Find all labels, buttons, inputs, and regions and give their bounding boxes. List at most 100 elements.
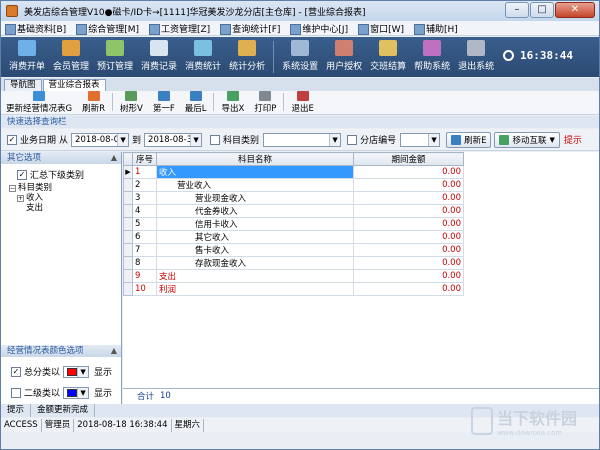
table-row[interactable]: 4 代金券收入 0.00 xyxy=(123,204,464,218)
toolbar-button-1[interactable]: 会员管理 xyxy=(53,40,89,73)
total-class-checkbox[interactable]: ✓ xyxy=(11,366,21,377)
toolbar-button-label: 消费开单 xyxy=(9,62,46,72)
tree-node-label: 科目类别 xyxy=(18,183,53,193)
toolbar-separator xyxy=(273,41,275,73)
report-tool-label: 导出X xyxy=(221,104,245,114)
col-header-amount[interactable]: 期间金额 xyxy=(353,152,464,166)
cell-amount: 0.00 xyxy=(353,282,464,296)
tree-node-label: 支出 xyxy=(26,203,44,213)
report-tool-3[interactable]: 第一F xyxy=(153,91,175,114)
toolbar-button-label: 消费统计 xyxy=(185,62,222,72)
table-row[interactable]: 9 支出 0.00 xyxy=(123,269,464,283)
toolbar-button-10[interactable]: 退出系统 xyxy=(458,40,494,73)
clock-icon xyxy=(503,50,515,61)
report-tool-2[interactable]: 树形V xyxy=(120,91,143,114)
menu-maintenance[interactable]: 维护中心[J] xyxy=(286,22,354,35)
maximize-button[interactable]: □ xyxy=(530,2,554,18)
table-row[interactable]: 10 利润 0.00 xyxy=(123,282,464,296)
total-class-row: ✓ 总分类以 ▼ 显示 xyxy=(1,357,121,378)
subject-category-checkbox[interactable] xyxy=(210,134,221,145)
toolbar-button-4[interactable]: 消费统计 xyxy=(185,40,221,73)
total-class-label: 总分类以 xyxy=(24,368,61,378)
mobile-connect-label: 移动互联 xyxy=(512,135,547,146)
branch-no-checkbox[interactable] xyxy=(347,134,358,145)
menu-help[interactable]: 辅助[H] xyxy=(410,22,464,35)
members-icon xyxy=(62,40,81,56)
table-row[interactable]: 7 售卡收入 0.00 xyxy=(123,243,464,257)
toolbar-button-0[interactable]: 消费开单 xyxy=(9,40,45,73)
table-row[interactable]: 8 存款现金收入 0.00 xyxy=(123,256,464,270)
bill-icon xyxy=(18,40,36,56)
subject-category-label: 科目类别 xyxy=(223,136,260,146)
subject-category-select[interactable]: ▼ xyxy=(263,132,342,147)
report-tool-label: 最后L xyxy=(184,104,207,114)
branch-no-label: 分店编号 xyxy=(360,136,397,146)
tab-business-report[interactable]: 营业综合报表 xyxy=(42,79,106,91)
branch-no-select[interactable]: ▼ xyxy=(400,132,441,147)
toolbar-button-3[interactable]: 消费记录 xyxy=(141,40,177,73)
toolbar-button-2[interactable]: 预订管理 xyxy=(97,40,133,73)
tree-node[interactable]: − 科目类别 xyxy=(9,183,121,193)
menu-general-management[interactable]: 综合管理[M] xyxy=(72,22,145,35)
summarize-option[interactable]: ✓ 汇总下级类别 xyxy=(1,164,121,183)
total-color-picker[interactable]: ▼ xyxy=(63,365,90,378)
toolbar-button-6[interactable]: 系统设置 xyxy=(282,40,318,73)
report-tool-5[interactable]: 导出X xyxy=(221,91,244,114)
quick-select-bar[interactable]: 快速选择查询栏 xyxy=(1,116,599,128)
cell-no: 7 xyxy=(132,243,157,257)
level2-class-checkbox[interactable] xyxy=(11,387,21,398)
toolbar-button-label: 退出系统 xyxy=(458,62,495,72)
close-button[interactable]: ✕ xyxy=(555,2,595,18)
cell-name: 收入 xyxy=(156,165,354,179)
refresh-button[interactable]: 刷新E xyxy=(446,131,492,148)
toolbar-button-9[interactable]: 帮助系统 xyxy=(414,40,450,73)
toolbar-button-7[interactable]: 用户授权 xyxy=(326,40,362,73)
col-header-no[interactable]: 序号 xyxy=(132,152,157,166)
mobile-connect-button[interactable]: 移动互联 ▼ xyxy=(494,131,560,148)
report-tool-1[interactable]: 刷新R xyxy=(82,91,105,114)
toolbar-button-label: 会员管理 xyxy=(53,62,90,72)
other-options-header[interactable]: 其它选项 ▲ xyxy=(1,152,121,164)
window-controls: – □ ✕ xyxy=(505,2,595,18)
business-date-label: 业务日期 xyxy=(20,136,57,146)
collapse-icon[interactable]: ▲ xyxy=(111,152,117,164)
menu-query-statistics[interactable]: 查询统计[F] xyxy=(216,22,286,35)
collapse-icon[interactable]: ▲ xyxy=(111,345,117,357)
toolbar-button-label: 预订管理 xyxy=(97,62,134,72)
tree-toggle-icon[interactable]: + xyxy=(17,194,24,202)
cell-amount: 0.00 xyxy=(353,165,464,179)
date-to-picker[interactable]: 2018-08-31 ▼ xyxy=(144,132,203,147)
tree-toggle-icon[interactable]: − xyxy=(9,184,16,192)
records-icon xyxy=(150,40,169,56)
table-row[interactable]: ▶ 1 收入 0.00 xyxy=(123,165,464,179)
left-panel: 其它选项 ▲ ✓ 汇总下级类别 − 科目类别 + 收入 支出 经营情况表颜色选项 ▲ ✓… xyxy=(1,152,122,404)
toolbar-button-label: 统计分析 xyxy=(229,62,266,72)
row-indicator xyxy=(123,204,133,218)
table-row[interactable]: 5 信用卡收入 0.00 xyxy=(123,217,464,231)
minimize-button[interactable]: – xyxy=(505,2,529,18)
table-row[interactable]: 6 其它收入 0.00 xyxy=(123,230,464,244)
level2-color-picker[interactable]: ▼ xyxy=(63,386,90,399)
report-tool-6[interactable]: 打印P xyxy=(254,91,276,114)
toolbar-button-8[interactable]: 交班结算 xyxy=(370,40,406,73)
total-color-swatch xyxy=(67,367,78,376)
col-header-name[interactable]: 科目名称 xyxy=(156,152,354,166)
menu-payroll[interactable]: 工资管理[Z] xyxy=(145,22,216,35)
toolbar-button-5[interactable]: 统计分析 xyxy=(229,40,265,73)
table-row[interactable]: 3 营业现金收入 0.00 xyxy=(123,191,464,205)
table-row[interactable]: 2 营业收入 0.00 xyxy=(123,178,464,192)
tab-navigation[interactable]: 导航图 xyxy=(4,79,42,91)
report-tool-4[interactable]: 最后L xyxy=(184,91,207,114)
date-from-picker[interactable]: 2018-08-01 ▼ xyxy=(71,132,130,147)
business-date-checkbox[interactable]: ✓ xyxy=(7,134,17,145)
chevron-down-icon: ▼ xyxy=(549,135,555,144)
menu-basic-data[interactable]: 基础资料[B] xyxy=(1,22,72,35)
tree-node[interactable]: + 收入 xyxy=(9,193,121,203)
color-options-header[interactable]: 经营情况表颜色选项 ▲ xyxy=(1,345,121,357)
summarize-checkbox[interactable]: ✓ xyxy=(17,169,27,180)
menu-window[interactable]: 窗口[W] xyxy=(354,22,410,35)
report-tool-0[interactable]: 更新经营情况表G xyxy=(6,91,72,114)
tree-node[interactable]: 支出 xyxy=(9,203,121,213)
report-tool-7[interactable]: 退出E xyxy=(291,91,314,114)
hint-link[interactable]: 提示 xyxy=(564,133,582,146)
